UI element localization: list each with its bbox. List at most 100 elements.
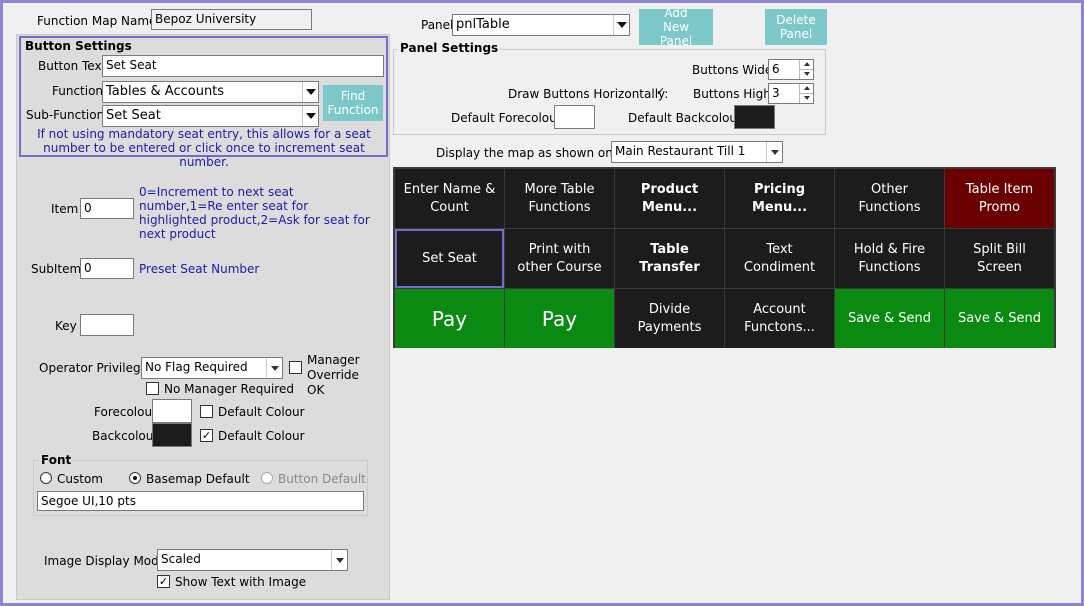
find-function-button[interactable]: Find Function [323,85,383,121]
panel-select-value: pnlTable [456,17,510,32]
item-hint: 0=Increment to next seat number,1=Re ent… [139,185,370,241]
forecolour-label: Forecolour [94,405,158,419]
subfunction-select[interactable]: Set Seat [102,105,319,127]
item-input[interactable]: 0 [80,198,134,219]
panel-label: Panel [421,18,454,32]
show-text-with-image-label: Show Text with Image [175,575,307,589]
subitem-label: SubItem [31,262,82,276]
forecolour-default-checkbox[interactable] [200,405,213,418]
operator-privilege-label: Operator Privilege: [39,361,153,375]
button-map-grid: Enter Name & Count More Table Functions Pr… [393,167,1056,348]
buttons-wide-value: 6 [772,62,780,76]
manager-override-label: Manager Override OK [307,353,360,397]
window-frame: Function Map Name: Bepoz University Butt… [0,0,1084,606]
buttons-wide-label: Buttons Wide: [692,63,777,77]
show-text-with-image-checkbox[interactable]: ✓ [157,575,170,588]
backcolour-label: Backcolour [92,429,159,443]
backcolour-swatch[interactable] [152,423,192,447]
stepper-down-icon[interactable] [799,69,813,79]
display-map-label: Display the map as shown on till: [436,146,636,160]
display-map-value: Main Restaurant Till 1 [615,144,746,158]
buttons-high-stepper[interactable]: 3 [768,83,814,104]
buttons-high-value: 3 [772,86,780,100]
operator-privilege-value: No Flag Required [145,360,248,374]
chevron-down-icon[interactable] [266,358,282,378]
image-display-mode-value: Scaled [161,552,201,566]
button-settings-title: Button Settings [25,39,132,53]
delete-panel-button[interactable]: Delete Panel [765,9,827,45]
function-map-label: Function Map Name: [37,14,161,28]
chevron-down-icon[interactable] [302,82,318,102]
stepper-up-icon[interactable] [799,60,813,70]
map-tile[interactable]: Save & Send [835,289,944,348]
map-tile[interactable]: Table Transfer [615,229,724,288]
map-tile[interactable]: Other Functions [835,169,944,228]
default-forecolour-label: Default Forecolour [451,111,562,125]
draw-horizontally-checkbox[interactable]: ✓ [654,86,667,99]
map-tile[interactable]: Text Condiment [725,229,834,288]
no-manager-required-label: No Manager Required [164,382,294,396]
default-forecolour-swatch[interactable] [554,105,595,129]
display-map-select[interactable]: Main Restaurant Till 1 [611,141,783,163]
map-tile[interactable]: Divide Payments [615,289,724,348]
font-custom-radio[interactable] [40,472,52,484]
image-display-mode-select[interactable]: Scaled [157,549,348,571]
forecolour-default-label: Default Colour [218,405,305,419]
map-tile[interactable]: Hold & Fire Functions [835,229,944,288]
map-tile[interactable]: Product Menu... [615,169,724,228]
key-label: Key [55,319,77,333]
font-basemap-radio[interactable] [129,472,141,484]
map-tile[interactable]: Pay [395,289,504,348]
button-text-input[interactable]: Set Seat [102,55,384,77]
chevron-down-icon[interactable] [302,106,318,126]
forecolour-swatch[interactable] [152,399,192,423]
buttons-high-label: Buttons High: [693,87,775,101]
default-backcolour-label: Default Backcolour [628,111,742,125]
stepper-down-icon[interactable] [799,93,813,103]
backcolour-default-label: Default Colour [218,429,305,443]
chevron-down-icon[interactable] [331,550,347,570]
buttons-wide-stepper[interactable]: 6 [768,59,814,80]
map-tile[interactable]: Print with other Course [505,229,614,288]
stepper-up-icon[interactable] [799,84,813,94]
subfunction-label: Sub-Function [26,108,105,122]
font-value-field[interactable]: Segoe UI,10 pts [37,491,364,511]
map-tile[interactable]: Pay [505,289,614,348]
key-input[interactable] [80,314,134,336]
backcolour-default-checkbox[interactable]: ✓ [200,429,213,442]
default-backcolour-swatch[interactable] [734,105,775,129]
panel-settings-title: Panel Settings [398,41,501,55]
button-info-text: If not using mandatory seat entry, this … [37,127,371,169]
no-manager-required-checkbox[interactable] [146,382,159,395]
add-new-panel-button[interactable]: Add New Panel [639,6,713,48]
map-tile[interactable]: Table Item Promo [945,169,1054,228]
subitem-hint: Preset Seat Number [139,262,260,276]
font-basemap-label: Basemap Default [146,472,250,486]
chevron-down-icon[interactable] [766,142,782,162]
function-select[interactable]: Tables & Accounts [102,81,319,103]
map-tile[interactable]: Save & Send [945,289,1054,348]
draw-horizontally-label: Draw Buttons Horizontally: [508,87,669,101]
font-button-default-label: Button Default [278,472,366,486]
map-tile[interactable]: More Table Functions [505,169,614,228]
operator-privilege-select[interactable]: No Flag Required [141,357,283,379]
function-select-value: Tables & Accounts [106,84,225,99]
button-text-label: Button Text [38,59,107,73]
function-map-name-field: Bepoz University [151,9,312,30]
function-label: Function [52,84,104,98]
item-label: Item [51,202,79,216]
image-display-mode-label: Image Display Mode: [44,554,171,568]
subitem-input[interactable]: 0 [80,258,134,279]
font-custom-label: Custom [57,472,103,486]
map-tile[interactable]: Pricing Menu... [725,169,834,228]
map-tile[interactable]: Split Bill Screen [945,229,1054,288]
font-button-default-radio[interactable] [261,472,273,484]
map-tile[interactable]: Enter Name & Count [395,169,504,228]
subfunction-select-value: Set Seat [106,108,161,123]
manager-override-checkbox[interactable] [289,361,302,374]
chevron-down-icon[interactable] [613,15,629,35]
font-title: Font [39,453,74,467]
map-tile[interactable]: Account Functons... [725,289,834,348]
panel-select[interactable]: pnlTable [452,14,630,36]
map-tile[interactable]: Set Seat [395,229,504,288]
